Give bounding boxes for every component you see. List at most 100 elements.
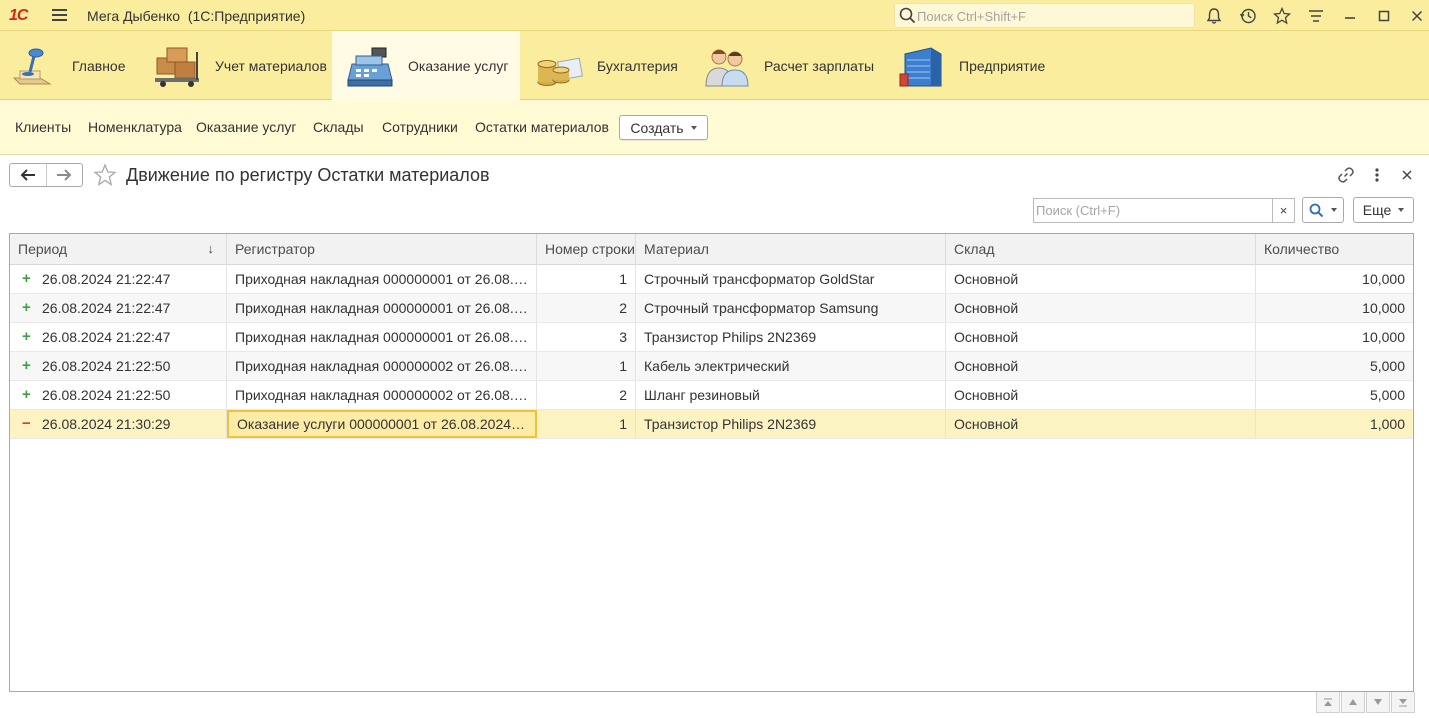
section-accounting[interactable]: Бухгалтерия [535,31,680,100]
create-button[interactable]: Создать [619,115,708,140]
scroll-up-icon [1349,699,1357,705]
cell-line[interactable]: 2 [537,294,636,322]
cell-qty[interactable]: 10,000 [1256,265,1413,293]
table-header: Период ↓ Регистратор Номер строки Матери… [10,234,1413,265]
cell-registrar[interactable]: Приходная накладная 000000002 от 26.08.2… [227,381,537,409]
cell-line[interactable]: 3 [537,323,636,351]
cell-period[interactable]: 26.08.2024 21:30:29 [30,410,227,438]
column-header-warehouse[interactable]: Склад [946,234,1256,265]
cell-warehouse[interactable]: Основной [946,410,1256,438]
building-icon [897,44,947,88]
table-row[interactable]: +26.08.2024 21:22:47 Приходная накладная … [10,294,1413,323]
cell-registrar[interactable]: Приходная накладная 000000002 от 26.08.2… [227,352,537,380]
favorite-star-icon[interactable] [93,163,117,187]
table-row[interactable]: +26.08.2024 21:22:50 Приходная накладная … [10,352,1413,381]
section-payroll[interactable]: Расчет зарплаты [702,31,874,100]
command-clients[interactable]: Клиенты [15,119,71,135]
column-header-line-number[interactable]: Номер строки [537,234,636,265]
cell-period[interactable]: 26.08.2024 21:22:50 [30,352,227,380]
more-button[interactable]: Еще [1353,197,1414,223]
command-employees[interactable]: Сотрудники [382,119,458,135]
section-enterprise[interactable]: Предприятие [897,31,1045,100]
scroll-to-top-button[interactable] [1316,692,1340,713]
favorites-star-icon[interactable] [1272,6,1292,26]
table-row[interactable]: +26.08.2024 21:22:47 Приходная накладная … [10,265,1413,294]
column-header-quantity[interactable]: Количество [1256,234,1413,265]
command-services[interactable]: Оказание услуг [196,119,297,135]
cell-period[interactable]: 26.08.2024 21:22:50 [30,381,227,409]
cell-material[interactable]: Строчный трансформатор Samsung [636,294,946,322]
table-row[interactable]: +26.08.2024 21:22:50 Приходная накладная … [10,381,1413,410]
cell-material[interactable]: Шланг резиновый [636,381,946,409]
maximize-icon[interactable] [1374,6,1394,26]
table-row[interactable]: −26.08.2024 21:30:29 Оказание услуги 0000… [10,410,1413,439]
table-row[interactable]: +26.08.2024 21:22:47 Приходная накладная … [10,323,1413,352]
section-main[interactable]: Главное [10,31,132,100]
cell-material[interactable]: Транзистор Philips 2N2369 [636,323,946,351]
cell-registrar[interactable]: Приходная накладная 000000001 от 26.08.2… [227,323,537,351]
scroll-buttons [1316,692,1416,713]
cell-qty[interactable]: 5,000 [1256,381,1413,409]
close-window-icon[interactable] [1407,6,1427,26]
cell-qty[interactable]: 5,000 [1256,352,1413,380]
navigation-buttons [9,163,83,187]
cell-line[interactable]: 2 [537,381,636,409]
link-icon[interactable] [1336,165,1356,185]
section-services[interactable]: Оказание услуг [332,31,520,100]
cell-qty[interactable]: 1,000 [1256,410,1413,438]
cell-period[interactable]: 26.08.2024 21:22:47 [30,294,227,322]
clear-search-button[interactable]: × [1272,199,1294,222]
cell-line[interactable]: 1 [537,410,636,438]
search-icon [899,7,916,24]
cell-material[interactable]: Строчный трансформатор GoldStar [636,265,946,293]
cell-registrar[interactable]: Приходная накладная 000000001 от 26.08.2… [227,294,537,322]
cell-line[interactable]: 1 [537,352,636,380]
command-warehouses[interactable]: Склады [313,119,364,135]
create-button-label: Создать [630,119,684,136]
cell-period[interactable]: 26.08.2024 21:22:47 [30,265,227,293]
settings-filter-icon[interactable] [1306,6,1326,26]
section-label: Предприятие [959,57,1046,74]
cell-line[interactable]: 1 [537,265,636,293]
cell-warehouse[interactable]: Основной [946,352,1256,380]
cell-warehouse[interactable]: Основной [946,265,1256,293]
close-form-icon[interactable] [1397,165,1417,185]
table-search-input[interactable] [1036,201,1272,220]
scroll-to-bottom-button[interactable] [1391,692,1415,713]
more-vertical-icon[interactable] [1367,165,1387,185]
app-title: Мега Дыбенко (1С:Предприятие) [87,8,306,24]
scroll-bottom-icon [1399,698,1407,706]
command-material-balances[interactable]: Остатки материалов [475,119,609,135]
column-header-material[interactable]: Материал [636,234,946,265]
global-search[interactable] [894,3,1195,28]
history-icon[interactable] [1238,6,1258,26]
global-search-input[interactable] [917,6,1187,26]
scroll-down-button[interactable] [1366,692,1390,713]
find-button[interactable] [1302,197,1344,223]
command-nomenclature[interactable]: Номенклатура [88,119,182,135]
register-movements-table[interactable]: Период ↓ Регистратор Номер строки Матери… [9,233,1414,692]
app-logo[interactable]: 1С [9,7,43,25]
back-button[interactable] [10,164,46,186]
cell-registrar[interactable]: Оказание услуги 000000001 от 26.08.2024 … [227,410,537,438]
column-header-registrar[interactable]: Регистратор [227,234,537,265]
more-button-label: Еще [1362,202,1392,218]
main-menu-icon[interactable] [52,9,67,22]
scroll-up-button[interactable] [1341,692,1365,713]
cell-qty[interactable]: 10,000 [1256,294,1413,322]
cell-period[interactable]: 26.08.2024 21:22:47 [30,323,227,351]
cell-registrar[interactable]: Приходная накладная 000000001 от 26.08.2… [227,265,537,293]
forward-button[interactable] [45,164,82,186]
column-header-period[interactable]: Период ↓ [10,234,227,265]
section-label: Расчет зарплаты [764,57,875,74]
scroll-top-icon [1324,698,1332,706]
cell-qty[interactable]: 10,000 [1256,323,1413,351]
minimize-icon[interactable] [1340,6,1360,26]
cell-material[interactable]: Транзистор Philips 2N2369 [636,410,946,438]
cell-warehouse[interactable]: Основной [946,323,1256,351]
cell-warehouse[interactable]: Основной [946,381,1256,409]
section-materials[interactable]: Учет материалов [153,31,327,100]
notifications-bell-icon[interactable] [1204,6,1224,26]
cell-material[interactable]: Кабель электрический [636,352,946,380]
cell-warehouse[interactable]: Основной [946,294,1256,322]
